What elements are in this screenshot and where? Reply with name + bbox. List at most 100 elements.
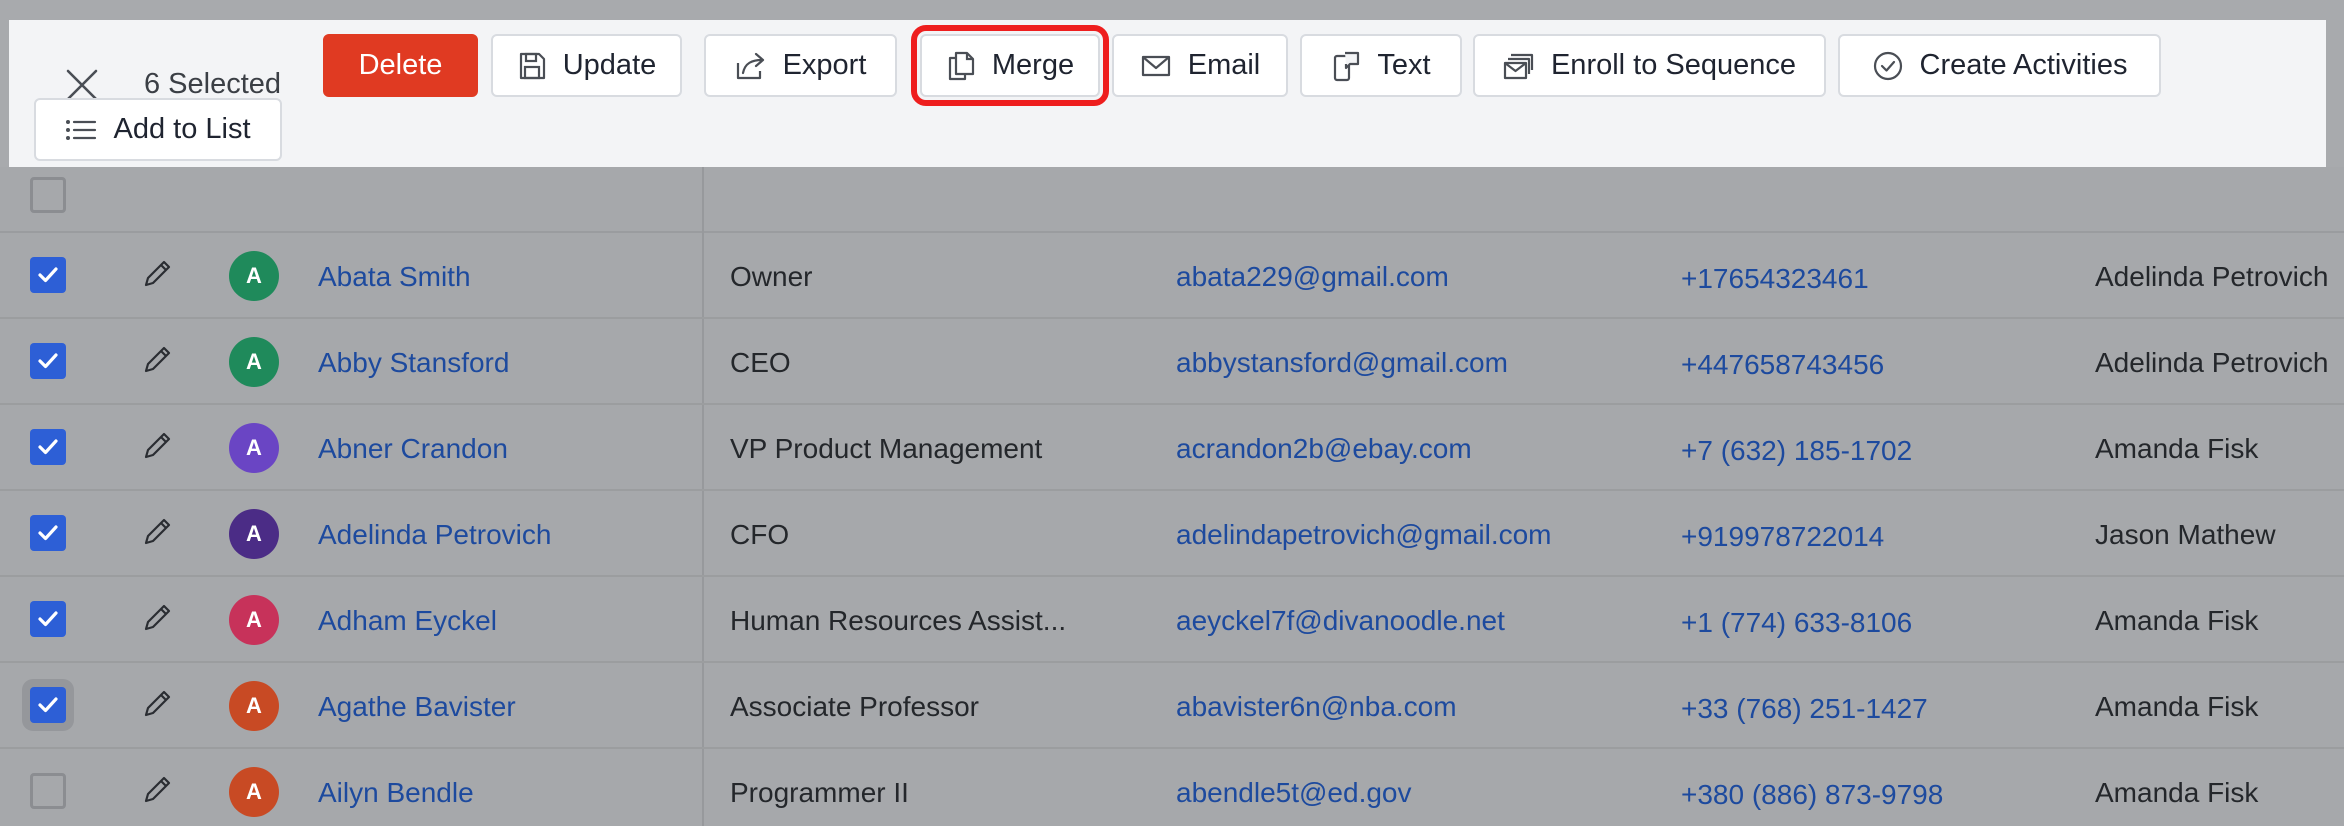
contact-name-link[interactable]: Adham Eyckel <box>318 601 497 641</box>
update-label: Update <box>562 49 657 81</box>
delete-button[interactable]: Delete <box>323 34 478 97</box>
table-row[interactable]: A Adelinda Petrovich CFO adelindapetrovich@… <box>0 491 2344 577</box>
job-title: Associate Professor <box>730 691 979 722</box>
contact-name-link[interactable]: Ailyn Bendle <box>318 773 474 813</box>
job-title: Human Resources Assist... <box>730 605 1067 636</box>
merge-label: Merge <box>991 49 1075 81</box>
email-icon <box>1141 55 1170 76</box>
phone-link[interactable]: +919978722014 <box>1681 517 1884 557</box>
contact-name-link[interactable]: Adelinda Petrovich <box>318 515 551 555</box>
email-link[interactable]: abata229@gmail.com <box>1176 257 1449 297</box>
contact-name-link[interactable]: Abby Stansford <box>318 343 509 383</box>
email-link[interactable]: aeyckel7f@divanoodle.net <box>1176 601 1505 641</box>
job-title: Owner <box>730 261 813 292</box>
delete-label: Delete <box>358 49 443 81</box>
email-link[interactable]: adelindapetrovich@gmail.com <box>1176 515 1552 555</box>
email-link[interactable]: abbystansford@gmail.com <box>1176 343 1508 383</box>
email-link[interactable]: acrandon2b@ebay.com <box>1176 429 1472 469</box>
row-checkbox[interactable] <box>30 773 66 809</box>
phone-link[interactable]: +1 (774) 633-8106 <box>1681 603 1912 643</box>
avatar: A <box>229 251 279 301</box>
update-button[interactable]: Update <box>491 34 682 97</box>
contacts-page: 6 Selected Delete Update Export Merge Em… <box>0 0 2344 826</box>
table-row[interactable]: A Abata Smith Owner abata229@gmail.com +1765… <box>0 233 2344 319</box>
sequence-mail-icon <box>1503 53 1534 79</box>
contact-name-link[interactable]: Abner Crandon <box>318 429 508 469</box>
sms-phone-icon <box>1334 51 1360 81</box>
avatar: A <box>229 509 279 559</box>
email-label: Email <box>1187 49 1261 81</box>
email-button[interactable]: Email <box>1112 34 1288 97</box>
table-row[interactable]: A Agathe Bavister Associate Professor abavi… <box>0 663 2344 749</box>
owner-name: Amanda Fisk <box>2095 691 2259 722</box>
text-label: Text <box>1377 49 1431 81</box>
owner-name: Amanda Fisk <box>2095 777 2259 808</box>
merge-icon <box>948 51 974 80</box>
owner-name: Amanda Fisk <box>2095 433 2259 464</box>
text-button[interactable]: Text <box>1300 34 1462 97</box>
checkmark-icon <box>38 353 58 369</box>
row-checkbox[interactable] <box>30 687 66 723</box>
owner-name: Adelinda Petrovich <box>2095 347 2329 378</box>
avatar: A <box>229 337 279 387</box>
export-label: Export <box>782 49 867 81</box>
edit-pencil-icon[interactable] <box>140 773 174 807</box>
phone-link[interactable]: +33 (768) 251-1427 <box>1681 689 1928 729</box>
edit-pencil-icon[interactable] <box>140 429 174 463</box>
avatar: A <box>229 595 279 645</box>
phone-link[interactable]: +17654323461 <box>1681 259 1869 299</box>
email-link[interactable]: abendle5t@ed.gov <box>1176 773 1412 813</box>
edit-pencil-icon[interactable] <box>140 515 174 549</box>
checkmark-icon <box>38 697 58 713</box>
table-row[interactable]: A Ailyn Bendle Programmer II abendle5t@ed.g… <box>0 749 2344 826</box>
phone-link[interactable]: +7 (632) 185-1702 <box>1681 431 1912 471</box>
row-checkbox[interactable] <box>30 343 66 379</box>
contact-name-link[interactable]: Abata Smith <box>318 257 471 297</box>
row-checkbox[interactable] <box>30 515 66 551</box>
phone-link[interactable]: +380 (886) 873-9798 <box>1681 775 1943 815</box>
row-checkbox[interactable] <box>30 257 66 293</box>
phone-link[interactable]: +447658743456 <box>1681 345 1884 385</box>
export-button[interactable]: Export <box>704 34 897 97</box>
avatar: A <box>229 423 279 473</box>
row-checkbox[interactable] <box>30 429 66 465</box>
list-icon <box>66 119 97 140</box>
contact-name-link[interactable]: Agathe Bavister <box>318 687 516 727</box>
edit-pencil-icon[interactable] <box>140 257 174 291</box>
save-icon <box>519 52 545 79</box>
enroll-label: Enroll to Sequence <box>1550 49 1797 81</box>
job-title: CEO <box>730 347 791 378</box>
bulk-action-bar: 6 Selected Delete Update Export Merge Em… <box>9 20 2326 167</box>
checkmark-icon <box>38 525 58 541</box>
merge-button[interactable]: Merge <box>911 25 1109 106</box>
row-checkbox[interactable] <box>30 601 66 637</box>
add-to-list-button[interactable]: Add to List <box>34 98 282 161</box>
check-circle-icon <box>1873 51 1902 80</box>
owner-name: Adelinda Petrovich <box>2095 261 2329 292</box>
checkmark-icon <box>38 439 58 455</box>
contacts-table: A Abata Smith Owner abata229@gmail.com +1765… <box>0 167 2344 826</box>
create-activities-label: Create Activities <box>1919 49 2128 81</box>
job-title: CFO <box>730 519 790 550</box>
edit-pencil-icon[interactable] <box>140 601 174 635</box>
table-row[interactable]: A Abby Stansford CEO abbystansford@gmail.co… <box>0 319 2344 405</box>
enroll-to-sequence-button[interactable]: Enroll to Sequence <box>1473 34 1826 97</box>
table-header-row <box>0 167 2344 233</box>
table-row[interactable]: A Adham Eyckel Human Resources Assist... ae… <box>0 577 2344 663</box>
email-link[interactable]: abavister6n@nba.com <box>1176 687 1457 727</box>
owner-name: Jason Mathew <box>2095 519 2276 550</box>
job-title: VP Product Management <box>730 433 1043 464</box>
job-title: Programmer II <box>730 777 909 808</box>
close-icon <box>66 69 98 101</box>
avatar: A <box>229 681 279 731</box>
edit-pencil-icon[interactable] <box>140 687 174 721</box>
avatar: A <box>229 767 279 817</box>
owner-name: Amanda Fisk <box>2095 605 2259 636</box>
checkmark-icon <box>38 267 58 283</box>
table-row[interactable]: A Abner Crandon VP Product Management acran… <box>0 405 2344 491</box>
select-all-checkbox[interactable] <box>30 177 66 213</box>
edit-pencil-icon[interactable] <box>140 343 174 377</box>
export-icon <box>736 52 764 79</box>
create-activities-button[interactable]: Create Activities <box>1838 34 2161 97</box>
checkmark-icon <box>38 611 58 627</box>
